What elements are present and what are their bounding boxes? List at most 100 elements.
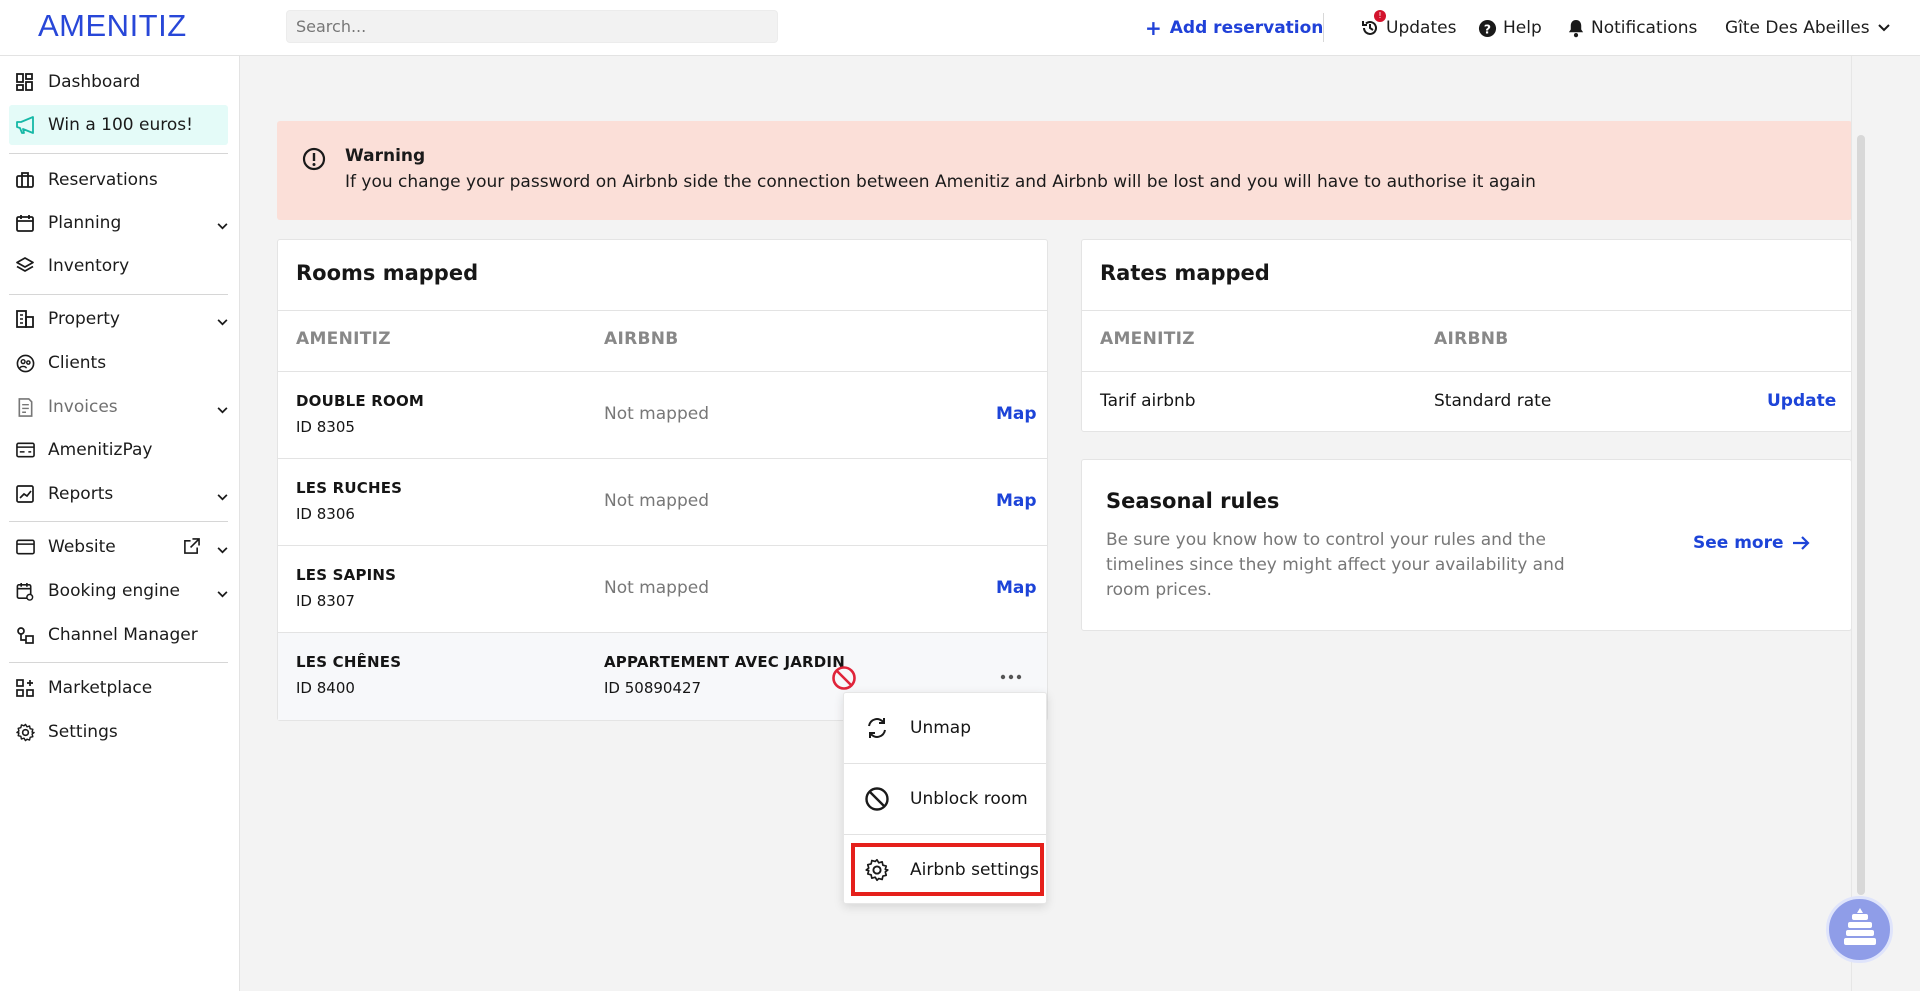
- seasonal-rules-card: Seasonal rules Be sure you know how to c…: [1081, 459, 1852, 631]
- help-chat-button[interactable]: [1826, 896, 1893, 963]
- sidebar-item-label: AmenitizPay: [48, 440, 153, 460]
- col-header-airbnb: AIRBNB: [604, 329, 679, 349]
- hotel-selector[interactable]: Gîte Des Abeilles: [1725, 0, 1890, 56]
- rate-airbnb: Standard rate: [1434, 391, 1552, 411]
- sidebar-item-dashboard[interactable]: Dashboard: [9, 62, 228, 102]
- airbnb-listing-name: APPARTEMENT AVEC JARDIN: [604, 653, 845, 671]
- alert-circle-icon: [302, 147, 326, 175]
- seasonal-rules-text: Be sure you know how to control your rul…: [1106, 530, 1565, 600]
- map-button[interactable]: Map: [996, 404, 1037, 424]
- help-label: Help: [1503, 18, 1542, 38]
- chevron-down-icon: [217, 539, 228, 559]
- sidebar-item-label: Clients: [48, 353, 107, 373]
- sidebar-item-label: Channel Manager: [48, 625, 198, 645]
- top-bar: AMENITIZ + Add reservation ! Updates ? H…: [0, 0, 1920, 56]
- mapping-status: Not mapped: [604, 491, 709, 511]
- warning-text: If you change your password on Airbnb si…: [345, 172, 1536, 192]
- sidebar-item-channel-manager[interactable]: Channel Manager: [9, 615, 228, 655]
- sidebar-item-label: Property: [48, 309, 120, 329]
- sidebar-item-label: Dashboard: [48, 72, 141, 92]
- sidebar-item-reports[interactable]: Reports: [9, 474, 228, 514]
- notifications-button[interactable]: Notifications: [1567, 0, 1697, 56]
- mapping-status: Not mapped: [604, 578, 709, 598]
- sidebar-divider: [9, 521, 228, 522]
- blocked-icon: [831, 665, 857, 691]
- sidebar-item-amenitizpay[interactable]: AmenitizPay: [9, 430, 228, 470]
- room-id: ID 8307: [296, 592, 355, 610]
- chevron-down-icon: [217, 399, 228, 419]
- sidebar-divider: [9, 153, 228, 154]
- sidebar-item-clients[interactable]: Clients: [9, 343, 228, 383]
- bell-icon: [1567, 19, 1585, 38]
- see-more-link[interactable]: See more: [1693, 533, 1810, 553]
- amenitiz-logo[interactable]: AMENITIZ: [38, 8, 187, 44]
- sidebar-item-booking-engine[interactable]: Booking engine: [9, 571, 228, 611]
- channel-icon: [15, 625, 35, 645]
- rates-mapped-card: Rates mapped AMENITIZ AIRBNB Tarif airbn…: [1081, 239, 1852, 432]
- chevron-down-icon: [217, 486, 228, 506]
- highlight-box: [851, 843, 1044, 896]
- sidebar-item-win-100-euros[interactable]: Win a 100 euros!: [9, 105, 228, 145]
- sidebar-item-planning[interactable]: Planning: [9, 203, 228, 243]
- dashboard-icon: [15, 72, 35, 92]
- sidebar-item-marketplace[interactable]: Marketplace: [9, 668, 228, 708]
- divider: [278, 545, 1047, 546]
- room-name: DOUBLE ROOM: [296, 392, 425, 410]
- notifications-label: Notifications: [1591, 18, 1698, 38]
- updates-badge: !: [1374, 10, 1386, 22]
- building-icon: [15, 309, 35, 329]
- updates-button[interactable]: ! Updates: [1360, 0, 1456, 56]
- rooms-mapped-card: Rooms mapped AMENITIZ AIRBNB DOUBLE ROOM…: [277, 239, 1048, 721]
- sidebar-item-website[interactable]: Website: [9, 527, 228, 567]
- update-button[interactable]: Update: [1767, 391, 1836, 411]
- chevron-down-icon: [217, 311, 228, 331]
- add-reservation-label: Add reservation: [1169, 18, 1324, 38]
- sidebar-item-inventory[interactable]: Inventory: [9, 246, 228, 286]
- scrollbar[interactable]: [1857, 135, 1865, 895]
- updates-label: Updates: [1386, 18, 1457, 38]
- search-input[interactable]: [286, 10, 778, 43]
- unmap-label: Unmap: [910, 718, 971, 738]
- sidebar-item-label: Inventory: [48, 256, 130, 276]
- marketplace-icon: [15, 678, 35, 698]
- sidebar-item-property[interactable]: Property: [9, 299, 228, 339]
- airbnb-listing-id: ID 50890427: [604, 679, 702, 697]
- chevron-down-icon: [217, 583, 228, 603]
- sidebar-item-label: Booking engine: [48, 581, 180, 601]
- sidebar-item-label: Win a 100 euros!: [48, 115, 193, 135]
- unblock-room-menu-item[interactable]: Unblock room: [844, 764, 1046, 834]
- sidebar-item-label: Website: [48, 537, 116, 557]
- invoice-icon: [15, 397, 35, 417]
- col-header-amenitiz: AMENITIZ: [1100, 329, 1195, 349]
- unblock-room-label: Unblock room: [910, 789, 1028, 809]
- seasonal-rules-title: Seasonal rules: [1106, 489, 1280, 513]
- chevron-down-icon: [1877, 24, 1890, 32]
- room-id: ID 8400: [296, 679, 355, 697]
- sync-icon: [864, 715, 890, 741]
- sidebar-item-reservations[interactable]: Reservations: [9, 160, 228, 200]
- unmap-menu-item[interactable]: Unmap: [844, 693, 1046, 763]
- chart-icon: [15, 484, 35, 504]
- layers-icon: [15, 256, 35, 276]
- sidebar-item-invoices[interactable]: Invoices: [9, 387, 228, 427]
- col-header-amenitiz: AMENITIZ: [296, 329, 391, 349]
- divider: [278, 458, 1047, 459]
- map-button[interactable]: Map: [996, 491, 1037, 511]
- card-reader-icon: [15, 440, 35, 460]
- help-button[interactable]: ? Help: [1478, 0, 1542, 56]
- history-icon: !: [1360, 10, 1386, 38]
- more-options-icon[interactable]: [1000, 674, 1022, 680]
- warning-title: Warning: [345, 146, 426, 166]
- sidebar-item-label: Invoices: [48, 397, 118, 417]
- chevron-down-icon: [217, 215, 228, 235]
- arrow-right-icon: [1792, 536, 1810, 550]
- add-reservation-button[interactable]: + Add reservation: [1145, 0, 1323, 56]
- block-icon: [864, 786, 890, 812]
- sidebar-item-settings[interactable]: Settings: [9, 712, 228, 752]
- mapping-status: Not mapped: [604, 404, 709, 424]
- rate-amenitiz: Tarif airbnb: [1100, 391, 1196, 411]
- svg-text:?: ?: [1484, 22, 1491, 36]
- map-button[interactable]: Map: [996, 578, 1037, 598]
- external-link-icon[interactable]: [183, 538, 200, 555]
- divider: [278, 310, 1047, 311]
